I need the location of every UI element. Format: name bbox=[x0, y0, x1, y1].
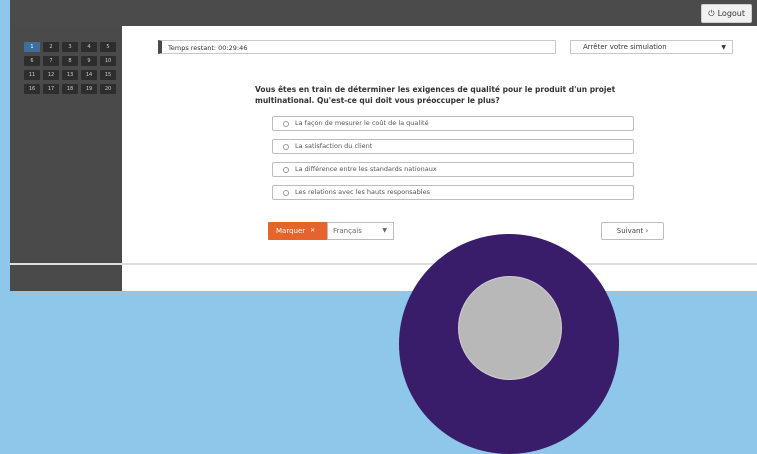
language-selected: Français bbox=[333, 227, 362, 235]
disc-hub bbox=[458, 276, 562, 380]
stop-simulation-label: Arrêter votre simulation bbox=[583, 43, 667, 51]
question-number-button[interactable]: 18 bbox=[62, 84, 78, 94]
language-select[interactable]: Français ▼ bbox=[327, 222, 394, 240]
question-number-button[interactable]: 12 bbox=[43, 70, 59, 80]
logout-label: Logout bbox=[717, 9, 745, 18]
time-remaining-display: Temps restant: 00:29:46 bbox=[158, 40, 556, 54]
answer-label: La différence entre les standards nation… bbox=[295, 165, 437, 173]
chevron-right-icon: › bbox=[645, 227, 649, 235]
top-bar: ⏻ Logout bbox=[10, 0, 757, 26]
question-grid: 1 2 3 4 5 6 7 8 9 10 11 12 13 14 15 16 17 18 19 20 bbox=[24, 42, 116, 94]
question-number-button[interactable]: 13 bbox=[62, 70, 78, 80]
answer-label: La façon de mesurer le coût de la qualit… bbox=[295, 119, 429, 127]
stop-simulation-select[interactable]: Arrêter votre simulation ▼ bbox=[570, 40, 733, 54]
radio-icon[interactable] bbox=[283, 189, 289, 196]
logout-button[interactable]: ⏻ Logout bbox=[701, 4, 752, 23]
question-panel: Temps restant: 00:29:46 Arrêter votre si… bbox=[122, 26, 757, 291]
question-number-button[interactable]: 5 bbox=[100, 42, 116, 52]
question-number-button[interactable]: 16 bbox=[24, 84, 40, 94]
question-number-button[interactable]: 4 bbox=[81, 42, 97, 52]
chevron-down-icon: ▼ bbox=[382, 227, 387, 234]
question-number-button[interactable]: 10 bbox=[100, 56, 116, 66]
question-number-button[interactable]: 14 bbox=[81, 70, 97, 80]
answer-option[interactable]: La différence entre les standards nation… bbox=[272, 162, 634, 177]
answer-option[interactable]: La satisfaction du client bbox=[272, 139, 634, 154]
question-number-button[interactable]: 17 bbox=[43, 84, 59, 94]
mark-label: Marquer bbox=[276, 227, 306, 235]
question-number-button[interactable]: 19 bbox=[81, 84, 97, 94]
question-number-button[interactable]: 1 bbox=[24, 42, 40, 52]
power-icon: ⏻ bbox=[708, 9, 715, 18]
question-number-button[interactable]: 11 bbox=[24, 70, 40, 80]
bottom-divider bbox=[10, 263, 757, 265]
question-number-button[interactable]: 20 bbox=[100, 84, 116, 94]
disc-overlay bbox=[399, 234, 619, 454]
question-navigator-sidebar: 1 2 3 4 5 6 7 8 9 10 11 12 13 14 15 16 17 18 19 20 bbox=[10, 26, 122, 291]
question-number-button[interactable]: 6 bbox=[24, 56, 40, 66]
question-number-button[interactable]: 7 bbox=[43, 56, 59, 66]
answer-option[interactable]: La façon de mesurer le coût de la qualit… bbox=[272, 116, 634, 131]
radio-icon[interactable] bbox=[283, 166, 289, 173]
answer-label: Les relations avec les hauts responsable… bbox=[295, 188, 430, 196]
chevron-down-icon: ▼ bbox=[721, 44, 726, 51]
next-label: Suivant bbox=[616, 227, 644, 235]
radio-icon[interactable] bbox=[283, 143, 289, 150]
question-text: Vous êtes en train de déterminer les exi… bbox=[255, 85, 616, 105]
exam-app-window: ⏻ Logout 1 2 3 4 5 6 7 8 9 10 11 12 13 14 15 16 17 18 19 20… bbox=[10, 0, 757, 291]
question-number-button[interactable]: 9 bbox=[81, 56, 97, 66]
answer-label: La satisfaction du client bbox=[295, 142, 373, 150]
answer-option[interactable]: Les relations avec les hauts responsable… bbox=[272, 185, 634, 200]
next-button[interactable]: Suivant › bbox=[601, 222, 664, 240]
question-number-button[interactable]: 3 bbox=[62, 42, 78, 52]
question-number-button[interactable]: 8 bbox=[62, 56, 78, 66]
question-number-button[interactable]: 2 bbox=[43, 42, 59, 52]
flag-icon: ✕ bbox=[310, 227, 316, 234]
question-number-button[interactable]: 15 bbox=[100, 70, 116, 80]
mark-button[interactable]: Marquer ✕ bbox=[268, 222, 328, 240]
radio-icon[interactable] bbox=[283, 120, 289, 127]
